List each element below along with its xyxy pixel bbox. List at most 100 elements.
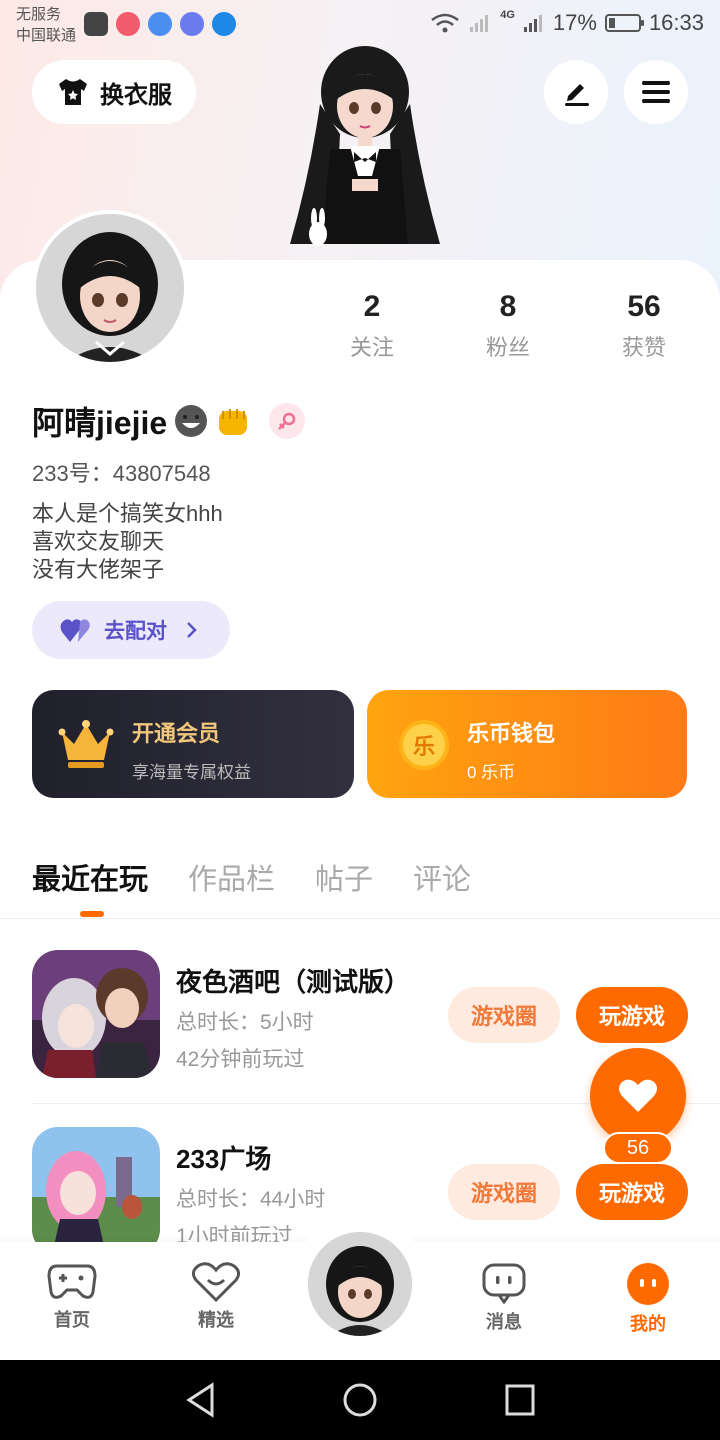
username-row: 阿晴jiejie (32, 398, 306, 444)
network-type: 4G (500, 9, 515, 21)
chat-icon (482, 1263, 526, 1304)
game-artwork (32, 1127, 160, 1255)
huawei-app-icon (84, 12, 108, 36)
edit-button[interactable] (544, 60, 608, 124)
wallet-title: 乐币钱包 (467, 721, 556, 746)
tab-indicator (80, 911, 104, 917)
heart-icon (619, 1079, 657, 1112)
bio-line: 没有大佬架子 (32, 557, 165, 582)
game-title[interactable]: 233广场 (176, 1139, 271, 1176)
coin-char: 乐 (412, 734, 435, 759)
nav-avatar-center[interactable] (304, 1228, 416, 1340)
wallet-card[interactable]: 乐 乐币钱包 0 乐币 (367, 690, 687, 798)
tab-comments[interactable]: 评论 (413, 856, 471, 898)
vip-card[interactable]: 开通会员 享海量专属权益 (32, 690, 354, 798)
system-status: 4G 17% 16:33 (430, 9, 704, 36)
match-button[interactable]: 去配对 (32, 601, 230, 659)
recents-square-icon[interactable] (504, 1383, 536, 1417)
game-last-played: 42分钟前玩过 (176, 1048, 305, 1071)
vip-title: 开通会员 (132, 721, 221, 746)
nav-profile[interactable]: 我的 (608, 1262, 688, 1336)
double-heart-icon (60, 619, 90, 642)
menu-button[interactable] (624, 60, 688, 124)
tab-posts[interactable]: 帖子 (315, 856, 373, 898)
vip-subtitle: 享海量专属权益 (132, 763, 251, 782)
play-game-button[interactable]: 玩游戏 (576, 987, 688, 1043)
edit-icon (565, 84, 589, 106)
avatar-figure[interactable] (280, 44, 450, 264)
tab-divider (0, 918, 720, 919)
system-navigation-bar (0, 1360, 720, 1440)
game-circle-button[interactable]: 游戏圈 (448, 1164, 560, 1220)
fist-emoji-icon (219, 409, 248, 435)
user-id-label: 233号： (32, 461, 113, 486)
menu-icon (642, 81, 670, 103)
vip-text: 开通会员 享海量专属权益 (132, 716, 251, 783)
bio: 本人是个搞笑女hhh 喜欢交友聊天 没有大佬架子 (32, 500, 223, 584)
stat-following-value: 2 (363, 290, 381, 323)
tshirt-icon (59, 79, 87, 105)
username: 阿晴jiejie (32, 405, 168, 441)
like-count: 56 (603, 1132, 673, 1164)
chevron-right-icon (187, 622, 197, 638)
stat-likes-value: 56 (627, 290, 661, 323)
stat-followers-label: 粉丝 (485, 335, 530, 360)
carrier-line2: 中国联通 (16, 27, 77, 44)
back-icon[interactable] (184, 1382, 218, 1418)
nav-featured[interactable]: 精选 (176, 1262, 256, 1332)
change-outfit-label: 换衣服 (100, 81, 172, 109)
stat-followers[interactable]: 8 粉丝 (458, 290, 558, 362)
change-outfit-button[interactable]: 换衣服 (32, 60, 196, 124)
profile-icon (627, 1263, 669, 1305)
coin-icon: 乐 (399, 720, 449, 770)
female-badge (269, 403, 306, 439)
stat-followers-value: 8 (499, 290, 517, 323)
profile-tabs: 最近在玩 作品栏 帖子 评论 (32, 856, 471, 898)
carrier-info: 无服务 中国联通 (16, 4, 76, 46)
carrier-line1: 无服务 (16, 6, 62, 23)
music-icon (180, 12, 204, 36)
play-game-button[interactable]: 玩游戏 (576, 1164, 688, 1220)
grin-emoji-icon (175, 405, 208, 437)
alipay-icon (212, 12, 236, 36)
nav-profile-label: 我的 (630, 1314, 666, 1334)
nav-messages-label: 消息 (486, 1312, 522, 1332)
game-icon-233-plaza[interactable] (32, 1127, 160, 1255)
bio-line: 本人是个搞笑女hhh (32, 501, 223, 526)
user-id: 233号：43807548 (32, 456, 211, 488)
game-duration: 总时长：44小时 (176, 1188, 326, 1211)
game-circle-button[interactable]: 游戏圈 (448, 987, 560, 1043)
game-artwork (32, 950, 160, 1078)
clock: 16:33 (648, 10, 704, 35)
female-icon (278, 412, 296, 430)
battery-percent: 17% (552, 10, 597, 35)
nav-messages[interactable]: 消息 (464, 1262, 544, 1334)
wallet-text: 乐币钱包 0 乐币 (467, 716, 555, 783)
nav-home-label: 首页 (54, 1310, 90, 1330)
gamepad-icon (47, 1264, 97, 1299)
home-circle-icon[interactable] (342, 1382, 378, 1418)
battery-icon (604, 14, 644, 32)
signal-4g-icon (523, 15, 542, 32)
stat-likes[interactable]: 56 获赞 (594, 290, 694, 362)
wallet-balance: 0 乐币 (467, 763, 516, 782)
telegram-icon (148, 12, 172, 36)
match-label: 去配对 (104, 620, 167, 643)
stat-following[interactable]: 2 关注 (322, 290, 422, 362)
game-icon-night-bar[interactable] (32, 950, 160, 1078)
notification-icons (84, 12, 236, 36)
tab-recent-played[interactable]: 最近在玩 (32, 856, 148, 898)
avatar-portrait (36, 214, 184, 362)
profile-avatar[interactable] (32, 210, 188, 366)
crown-icon (58, 720, 114, 768)
avatar-mini (308, 1232, 412, 1336)
app-notification-icon (116, 12, 140, 36)
tab-works[interactable]: 作品栏 (188, 856, 275, 898)
game-title[interactable]: 夜色酒吧（测试版） (176, 962, 410, 999)
like-button[interactable] (590, 1048, 686, 1144)
stat-following-label: 关注 (349, 335, 394, 360)
nav-home[interactable]: 首页 (32, 1262, 112, 1332)
nav-featured-label: 精选 (198, 1310, 234, 1330)
user-id-value: 43807548 (112, 461, 211, 486)
stat-likes-label: 获赞 (621, 335, 666, 360)
